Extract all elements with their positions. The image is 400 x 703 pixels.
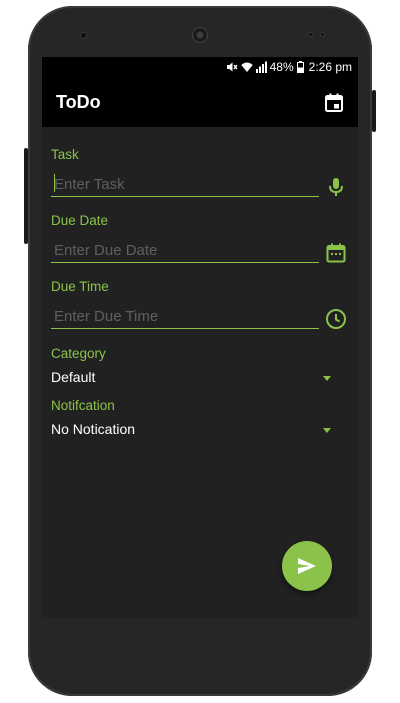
signal-icon <box>255 61 267 73</box>
task-input[interactable] <box>51 172 319 197</box>
send-button[interactable] <box>282 541 332 591</box>
notification-selected-value: No Notication <box>51 421 136 437</box>
calendar-icon[interactable] <box>322 91 346 115</box>
earpiece-speaker <box>192 27 208 43</box>
notification-select[interactable]: No Notication <box>51 417 341 441</box>
task-label: Task <box>51 147 79 162</box>
category-selected-value: Default <box>51 369 96 385</box>
volume-button <box>24 148 28 244</box>
chevron-down-icon <box>323 376 331 381</box>
notification-label: Notifcation <box>51 398 115 413</box>
power-button <box>372 90 376 132</box>
due-date-input[interactable] <box>51 238 319 263</box>
app-screen: 48% 2:26 pm ToDo Task Due Date <box>42 57 358 618</box>
battery-icon <box>296 61 304 73</box>
calendar-icon[interactable] <box>324 241 348 265</box>
category-label: Category <box>51 346 106 361</box>
app-title: ToDo <box>56 92 101 112</box>
battery-percentage: 48% <box>269 60 294 74</box>
category-select[interactable]: Default <box>51 365 341 389</box>
app-bar: ToDo <box>42 79 358 127</box>
chevron-down-icon <box>323 428 331 433</box>
light-sensor <box>320 32 325 37</box>
status-bar: 48% 2:26 pm <box>42 57 358 79</box>
send-icon <box>298 558 316 574</box>
clock-icon[interactable] <box>324 307 348 331</box>
front-camera <box>80 32 87 39</box>
mute-icon <box>226 62 238 72</box>
due-time-label: Due Time <box>51 279 109 294</box>
microphone-icon[interactable] <box>324 175 348 199</box>
text-cursor <box>54 174 55 192</box>
due-time-input[interactable] <box>51 304 319 329</box>
wifi-icon <box>240 62 253 72</box>
due-date-label: Due Date <box>51 213 109 228</box>
status-time: 2:26 pm <box>308 60 352 74</box>
proximity-sensor <box>308 32 313 37</box>
